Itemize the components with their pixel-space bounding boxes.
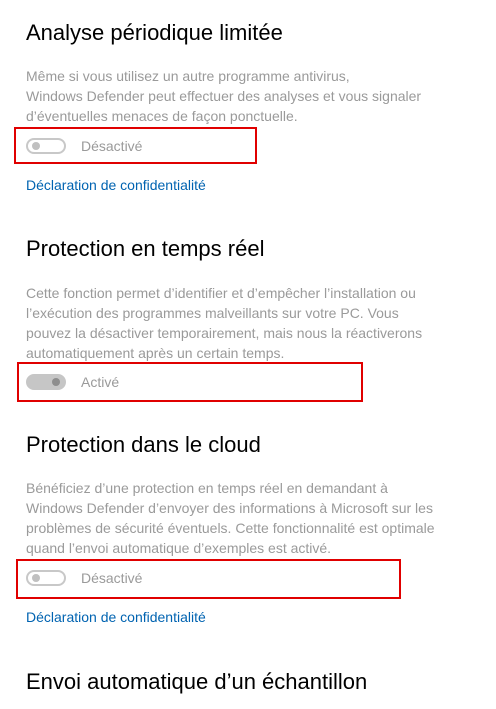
section-title-periodic-scan: Analyse périodique limitée [26, 20, 283, 45]
privacy-statement-link[interactable]: Déclaration de confidentialité [26, 177, 206, 193]
description-line: Windows Defender d’envoyer des informati… [26, 500, 433, 516]
toggle-state-label: Désactivé [81, 138, 143, 154]
realtime-protection-toggle-row: Activé [26, 372, 119, 392]
section-title-cloud-protection: Protection dans le cloud [26, 432, 261, 457]
cloud-protection-toggle[interactable] [26, 570, 66, 586]
description-line: pouvez la désactiver temporairement, mai… [26, 325, 423, 341]
description-line: d’éventuelles menaces de façon ponctuell… [26, 108, 298, 124]
section-title-realtime-protection: Protection en temps réel [26, 236, 265, 261]
description-line: Même si vous utilisez un autre programme… [26, 68, 350, 84]
description-line: quand l’envoi automatique d’exemples est… [26, 540, 332, 556]
periodic-scan-toggle[interactable] [26, 138, 66, 154]
toggle-state-label: Désactivé [81, 570, 143, 586]
section-title-automatic-sample-submission: Envoi automatique d’un échantillon [26, 669, 368, 694]
toggle-knob [32, 574, 40, 582]
description-line: Bénéficiez d’une protection en temps rée… [26, 480, 388, 496]
section-description-realtime-protection: Cette fonction permet d’identifier et d’… [26, 283, 476, 363]
cloud-protection-toggle-row: Désactivé [26, 568, 142, 588]
description-line: Cette fonction permet d’identifier et d’… [26, 285, 416, 301]
toggle-knob [32, 142, 40, 150]
privacy-statement-link[interactable]: Déclaration de confidentialité [26, 609, 206, 625]
toggle-knob [52, 378, 60, 386]
realtime-protection-toggle[interactable] [26, 374, 66, 390]
description-line: l’exécution des programmes malveillants … [26, 305, 399, 321]
section-description-periodic-scan: Même si vous utilisez un autre programme… [26, 66, 476, 126]
description-line: automatiquement après un certain temps. [26, 345, 285, 361]
toggle-state-label: Activé [81, 374, 120, 390]
periodic-scan-toggle-row: Désactivé [26, 136, 142, 156]
section-description-cloud-protection: Bénéficiez d’une protection en temps rée… [26, 478, 476, 558]
description-line: Windows Defender peut effectuer des anal… [26, 88, 422, 104]
description-line: problèmes de sécurité éventuels. Cette f… [26, 520, 435, 536]
